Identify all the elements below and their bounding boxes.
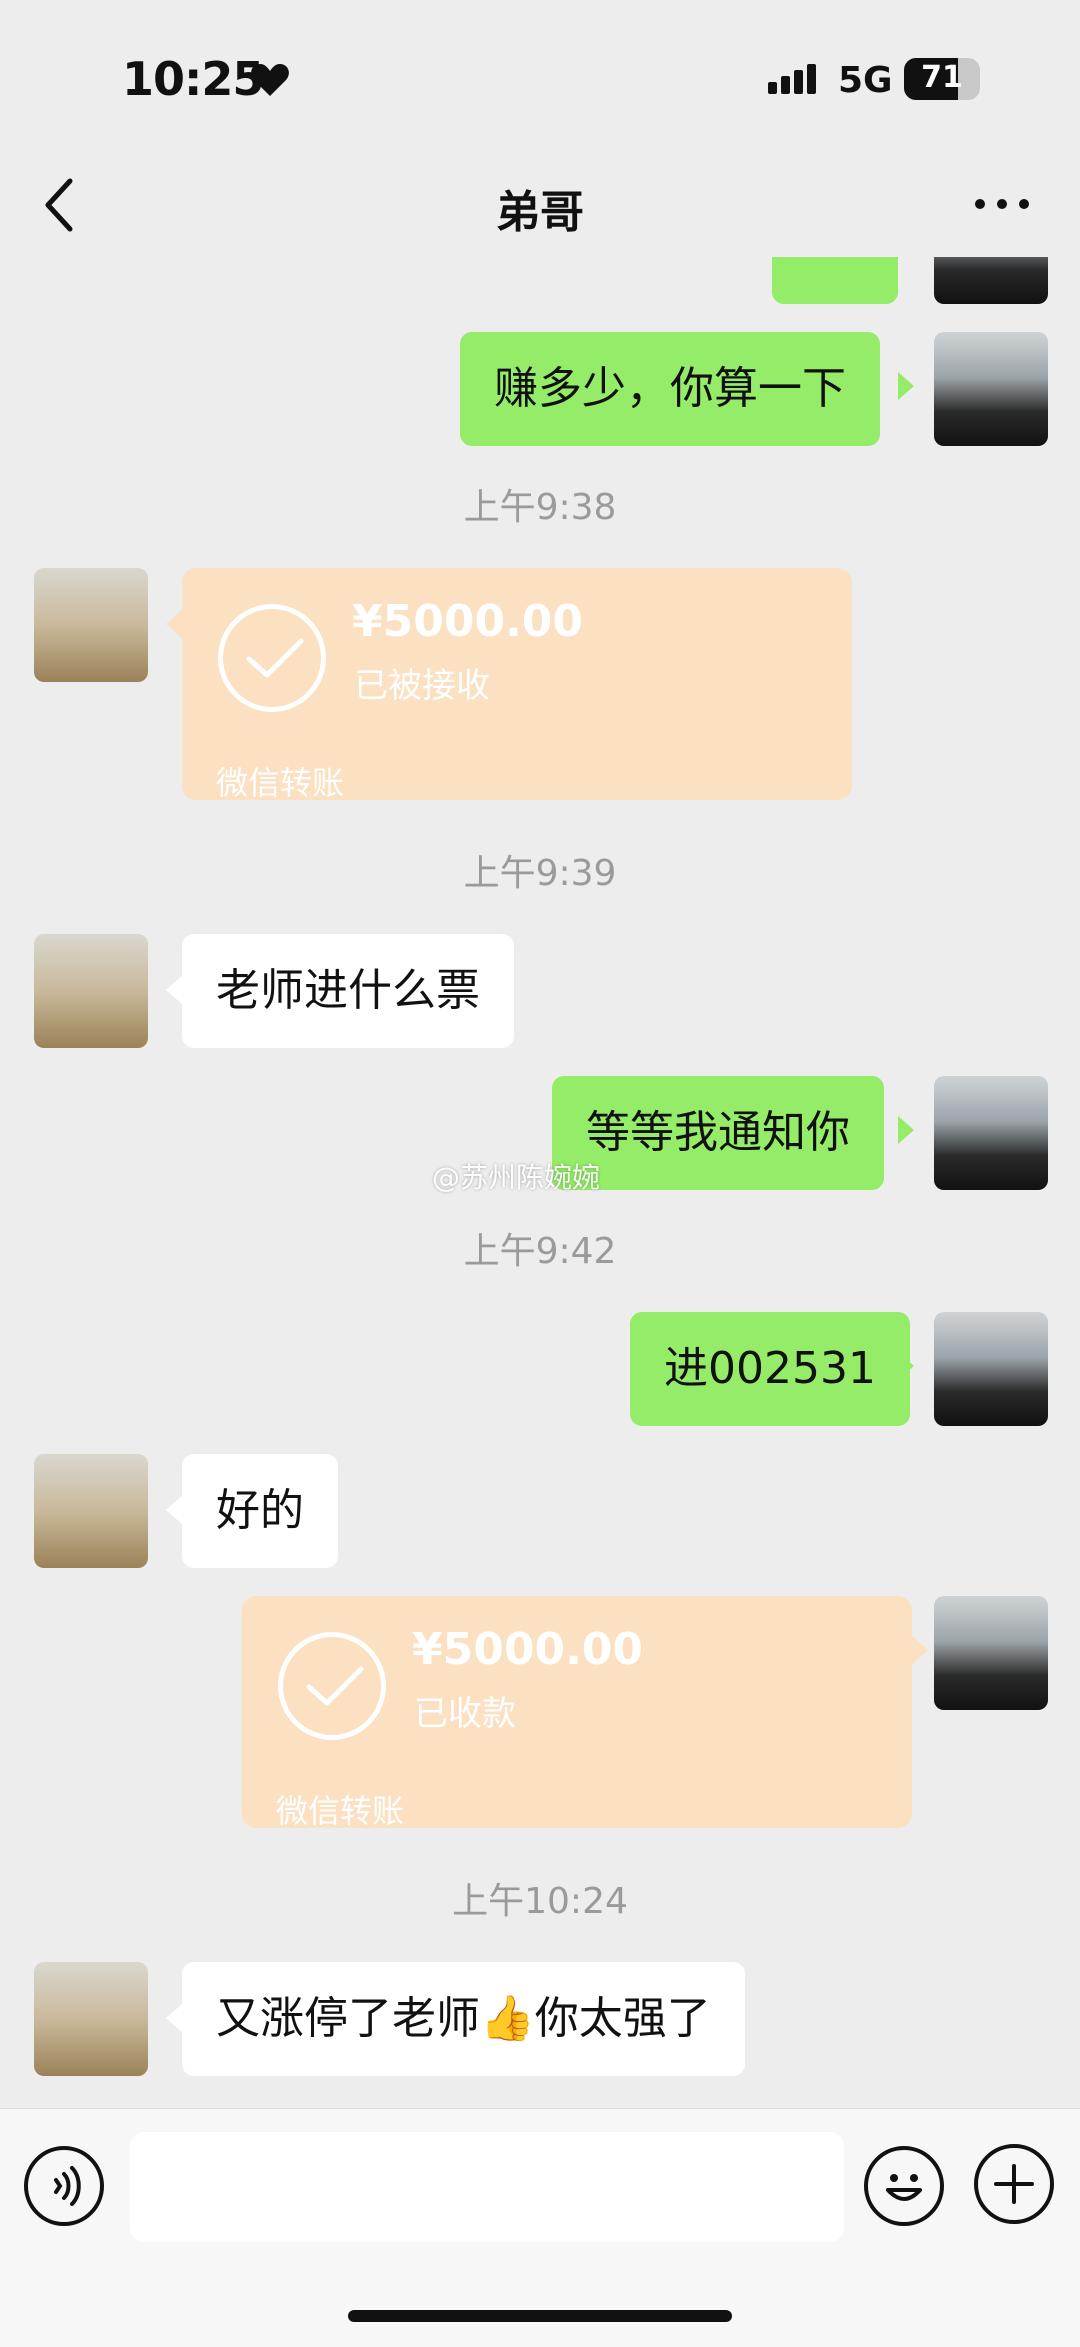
message-bubble-received[interactable]: 好的 [182, 1454, 338, 1568]
transfer-amount: ¥5000.00 [352, 596, 584, 647]
message-timestamp: 上午9:42 [463, 1231, 617, 1272]
check-icon [278, 1632, 386, 1740]
emoji-icon[interactable] [864, 2146, 944, 2226]
status-time: 10:25 [122, 52, 264, 106]
voice-icon[interactable] [24, 2146, 104, 2226]
avatar[interactable] [934, 332, 1048, 446]
home-indicator[interactable] [348, 2310, 732, 2322]
transfer-card[interactable]: ¥5000.00 已被接收 微信转账 [182, 568, 852, 802]
avatar[interactable] [34, 934, 148, 1048]
watermark: @苏州陈婉婉 [432, 1161, 601, 1194]
bubble-tail [898, 1352, 914, 1380]
message-timestamp: 上午10:24 [452, 1881, 628, 1922]
avatar[interactable] [34, 1962, 148, 2076]
transfer-status: 已收款 [414, 1694, 516, 1734]
transfer-label: 微信转账 [276, 1792, 405, 1830]
bubble-tail [898, 1116, 914, 1144]
signal-icon [768, 64, 816, 94]
chat-title: 弟哥 [496, 187, 584, 238]
bubble-tail [166, 1496, 182, 1524]
heart-icon [251, 64, 289, 96]
battery-level: 71 [921, 60, 963, 95]
message-bubble-received[interactable]: 老师进什么票 [182, 934, 514, 1048]
bubble-tail [898, 372, 914, 400]
transfer-amount: ¥5000.00 [412, 1624, 644, 1675]
battery-icon: 71 [904, 58, 980, 100]
more-icon[interactable] [972, 192, 1032, 216]
network-label: 5G [838, 60, 893, 101]
bubble-tail [166, 610, 182, 638]
bubble-tail [166, 976, 182, 1004]
avatar[interactable] [34, 1454, 148, 1568]
message-bubble-sent[interactable]: 赚多少，你算一下 [460, 332, 880, 446]
message-input[interactable] [130, 2132, 844, 2242]
avatar[interactable] [34, 568, 148, 682]
message-timestamp: 上午9:38 [463, 487, 617, 528]
avatar[interactable] [934, 1312, 1048, 1426]
avatar[interactable] [934, 1076, 1048, 1190]
transfer-card[interactable]: ¥5000.00 已收款 微信转账 [242, 1596, 912, 1830]
message-bubble-sent[interactable]: 进002531 [630, 1312, 910, 1426]
avatar[interactable] [934, 1596, 1048, 1710]
transfer-label: 微信转账 [216, 764, 345, 802]
message-bubble-received[interactable]: 又涨停了老师👍你太强了 [182, 1962, 745, 2076]
message-bubble-sent[interactable]: 等等我通知你 [552, 1076, 884, 1190]
check-icon [218, 604, 326, 712]
plus-icon[interactable] [974, 2144, 1054, 2224]
message-timestamp: 上午9:39 [463, 853, 617, 894]
transfer-status: 已被接收 [354, 666, 490, 706]
bubble-tail [166, 2004, 182, 2032]
bubble-tail [912, 1636, 928, 1664]
